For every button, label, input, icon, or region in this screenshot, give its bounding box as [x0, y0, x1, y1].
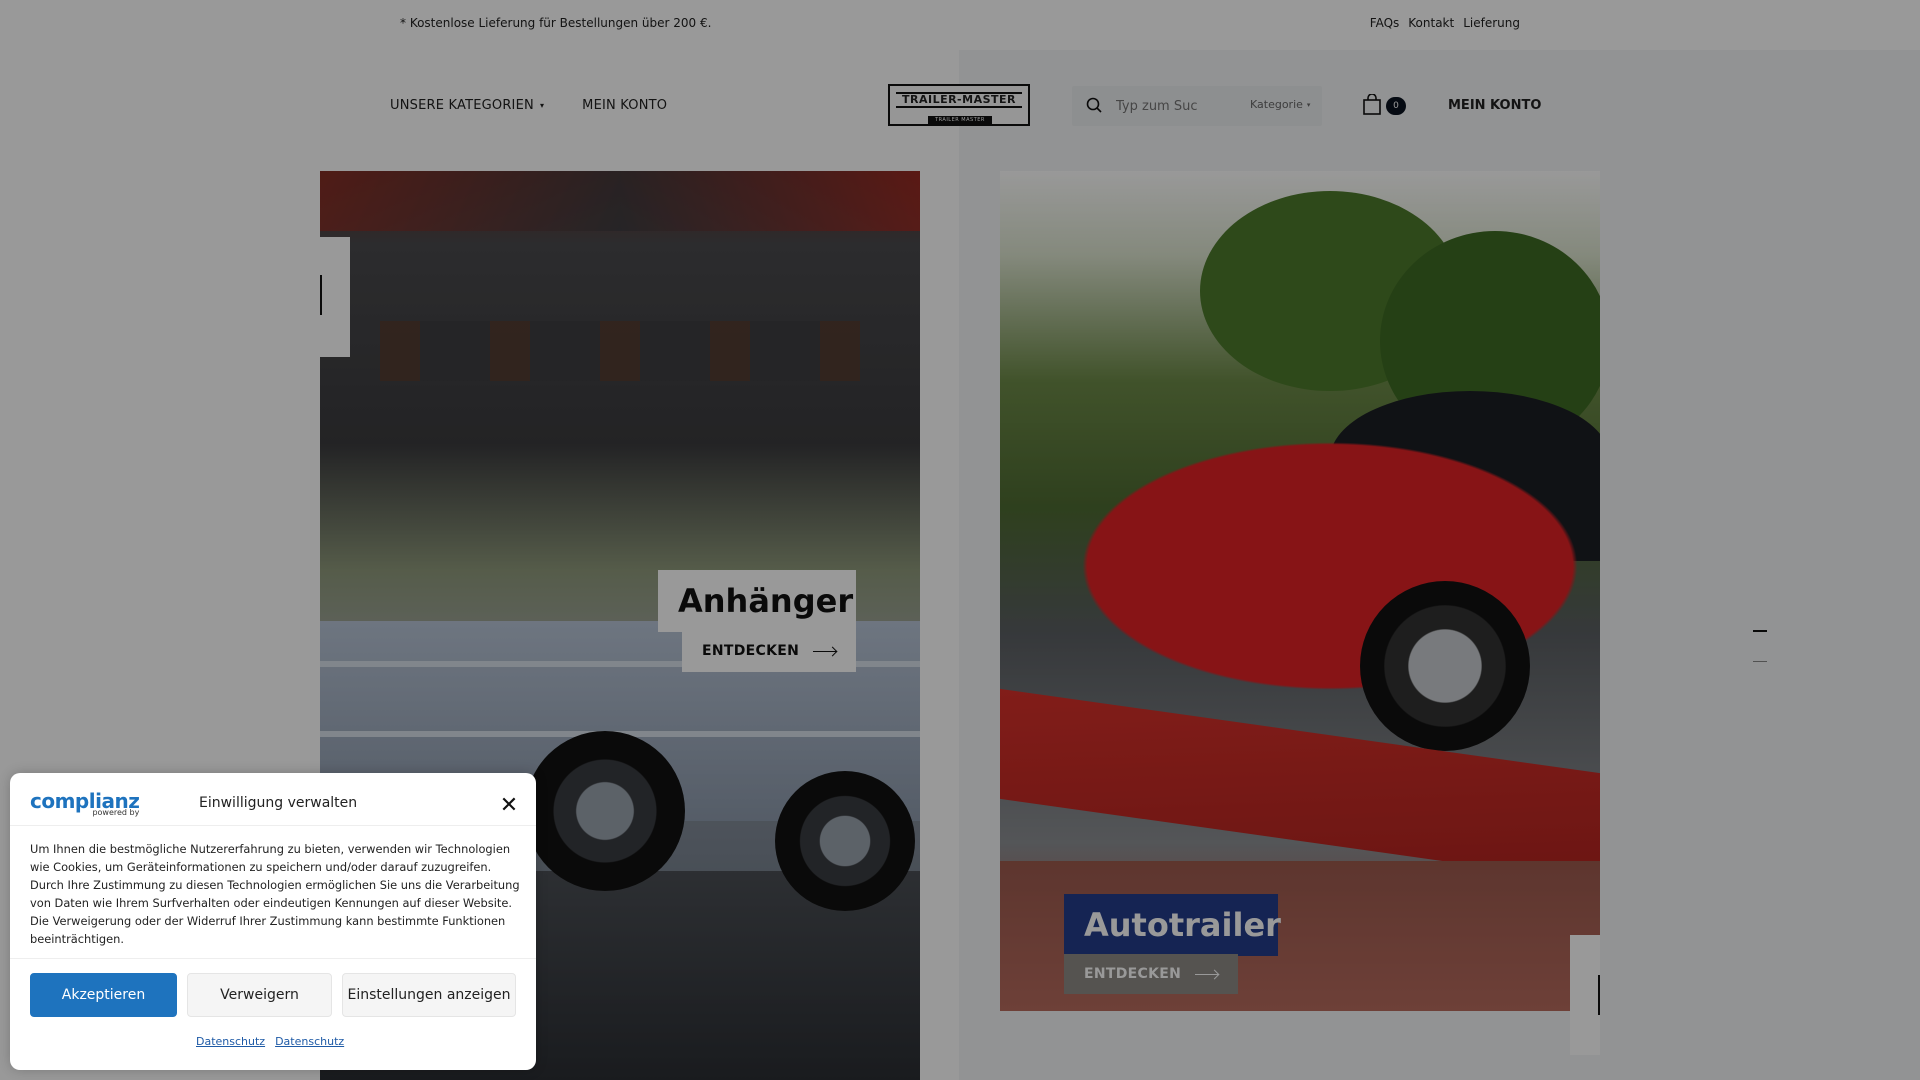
deny-button[interactable]: Verweigern: [187, 973, 332, 1017]
cookie-consent-dialog: complianz powered by Einwilligung verwal…: [10, 773, 536, 1070]
divider: [10, 958, 536, 959]
cookie-message: Um Ihnen die bestmögliche Nutzererfahrun…: [30, 842, 520, 946]
show-settings-button[interactable]: Einstellungen anzeigen: [342, 973, 516, 1017]
privacy-link[interactable]: Datenschutz: [196, 1035, 265, 1048]
cookie-dialog-title: Einwilligung verwalten: [199, 795, 358, 811]
divider: [10, 825, 536, 826]
close-icon[interactable]: ✕: [498, 795, 520, 817]
privacy-link[interactable]: Datenschutz: [275, 1035, 344, 1048]
privacy-links: Datenschutz Datenschutz: [196, 1035, 344, 1048]
complianz-logo: complianz powered by: [30, 791, 140, 817]
accept-button[interactable]: Akzeptieren: [30, 973, 177, 1017]
